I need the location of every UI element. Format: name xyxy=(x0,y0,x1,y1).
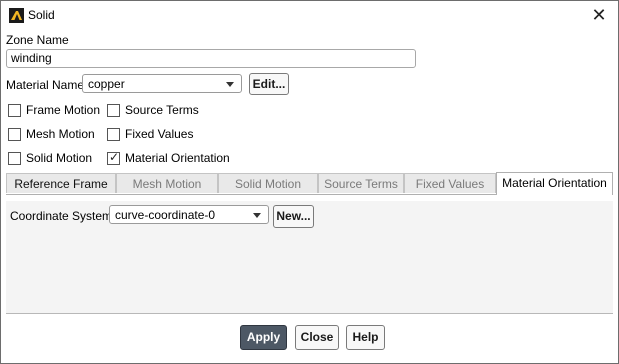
checkbox-label: Source Terms xyxy=(125,103,199,117)
checkbox-label: Solid Motion xyxy=(26,151,93,165)
tab-source-terms[interactable]: Source Terms xyxy=(318,173,404,193)
tab-mesh-motion[interactable]: Mesh Motion xyxy=(116,173,218,193)
tab-solid-motion[interactable]: Solid Motion xyxy=(218,173,318,193)
checkbox-box[interactable] xyxy=(8,104,21,117)
checkmark-icon: ✓ xyxy=(109,150,120,164)
checkbox-box[interactable] xyxy=(107,104,120,117)
checkbox-label: Fixed Values xyxy=(125,127,194,141)
checkbox-label: Mesh Motion xyxy=(26,127,95,141)
coordinate-system-label: Coordinate System xyxy=(10,209,113,223)
apply-button[interactable]: Apply xyxy=(240,325,287,350)
coordinate-system-value: curve-coordinate-0 xyxy=(115,208,216,222)
footer-divider xyxy=(6,313,613,314)
checkbox-box[interactable] xyxy=(8,128,21,141)
checkbox-box[interactable] xyxy=(107,128,120,141)
zone-name-label: Zone Name xyxy=(6,33,69,47)
material-name-value: copper xyxy=(88,77,125,91)
checkbox-label: Material Orientation xyxy=(125,151,230,165)
ansys-app-icon xyxy=(9,8,24,23)
solid-dialog: Solid ✕ Zone Name winding Material Name … xyxy=(0,0,619,364)
edit-material-button[interactable]: Edit... xyxy=(249,73,289,95)
help-button[interactable]: Help xyxy=(346,325,385,350)
close-button[interactable]: Close xyxy=(295,325,339,350)
close-icon[interactable]: ✕ xyxy=(588,4,610,26)
tab-reference-frame[interactable]: Reference Frame xyxy=(6,173,116,193)
tab-fixed-values[interactable]: Fixed Values xyxy=(404,173,496,193)
checkbox-box[interactable] xyxy=(8,152,21,165)
chevron-down-icon xyxy=(226,82,234,87)
window-title: Solid xyxy=(28,8,55,22)
panel-header-strip xyxy=(6,195,613,201)
new-coordinate-button[interactable]: New... xyxy=(273,205,314,228)
tab-material-orientation[interactable]: Material Orientation xyxy=(496,172,613,195)
material-orientation-panel: Coordinate System curve-coordinate-0 New… xyxy=(6,194,613,314)
material-name-label: Material Name xyxy=(6,78,85,92)
material-name-dropdown[interactable]: copper xyxy=(82,74,242,93)
coordinate-system-dropdown[interactable]: curve-coordinate-0 xyxy=(109,205,269,224)
checkbox-box[interactable]: ✓ xyxy=(107,150,120,165)
chevron-down-icon xyxy=(253,213,261,218)
checkbox-label: Frame Motion xyxy=(26,103,101,117)
title-bar: Solid ✕ xyxy=(1,1,618,29)
zone-name-field[interactable]: winding xyxy=(6,49,416,68)
tab-bar: Reference Frame Mesh Motion Solid Motion… xyxy=(6,172,613,195)
